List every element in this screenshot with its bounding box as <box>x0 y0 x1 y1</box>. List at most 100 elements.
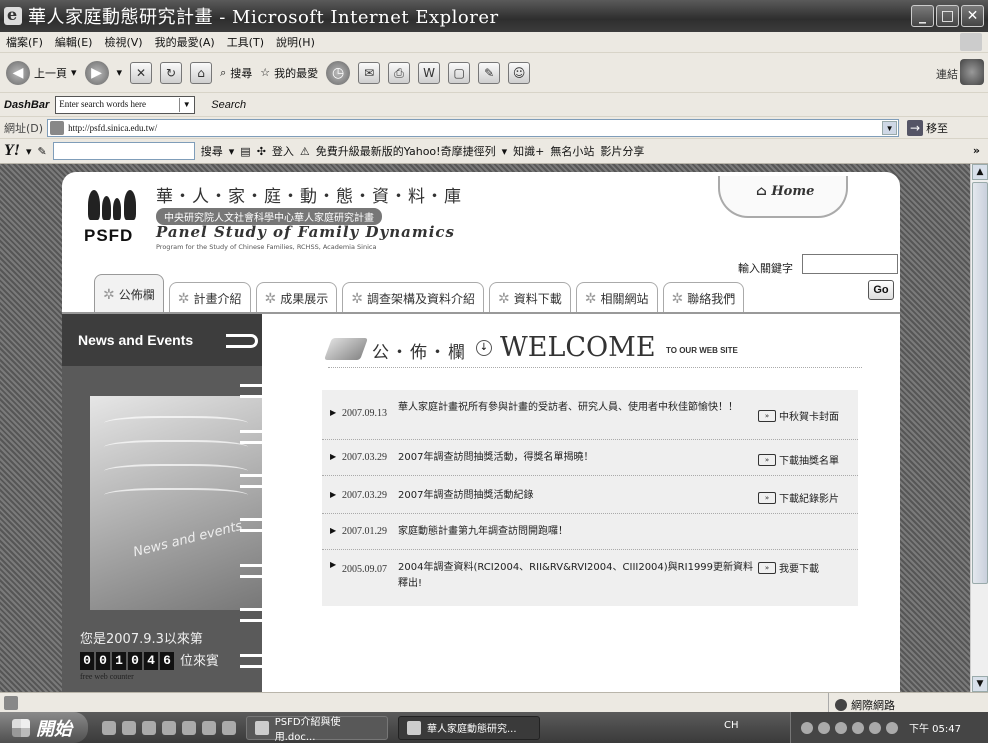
pencil-icon[interactable]: ✎ <box>38 145 47 158</box>
stop-icon[interactable]: ✕ <box>130 61 153 84</box>
vertical-scrollbar[interactable]: ▲ ▼ <box>970 164 988 692</box>
maximize-button[interactable]: □ <box>936 5 959 27</box>
counter-digit: 4 <box>144 652 158 670</box>
search-button[interactable]: ⌕ 搜尋 <box>220 65 252 81</box>
home-icon[interactable]: ⌂ <box>190 61 213 84</box>
word-icon[interactable]: W <box>418 61 441 84</box>
tab-results[interactable]: ✲ 成果展示 <box>255 282 338 314</box>
favorites-button[interactable]: ☆ 我的最愛 <box>260 65 318 81</box>
address-input[interactable]: http://psfd.sinica.edu.tw/ ▼ <box>47 118 900 137</box>
print-icon[interactable]: ⎙ <box>388 61 411 84</box>
window-controls: _ □ ✕ <box>911 5 984 27</box>
star-icon: ✲ <box>584 290 597 307</box>
menu-help[interactable]: 說明(H) <box>276 34 315 50</box>
chevron-down-icon[interactable]: ▾ <box>26 145 32 158</box>
chevron-down-icon[interactable]: ▾ <box>229 145 235 158</box>
keyword-input[interactable] <box>802 254 898 274</box>
menu-file[interactable]: 檔案(F) <box>6 34 43 50</box>
app-icon[interactable] <box>222 720 236 735</box>
tab-bulletin[interactable]: ✲ 公佈欄 <box>94 274 164 314</box>
clock[interactable]: 下午 05:47 <box>909 720 961 735</box>
tab-download[interactable]: ✲ 資料下載 <box>489 282 571 314</box>
menu-tools[interactable]: 工具(T) <box>227 34 264 50</box>
tab-contact[interactable]: ✲ 聯絡我們 <box>662 282 745 314</box>
minimize-button[interactable]: _ <box>911 5 934 27</box>
links-label[interactable]: 連結 <box>936 66 958 82</box>
start-button[interactable]: 開始 <box>0 712 88 743</box>
news-text[interactable]: 家庭動態計畫第九年調查訪問開跑囉！ <box>398 524 568 540</box>
title-bar[interactable]: 華人家庭動態研究計畫 - Microsoft Internet Explorer… <box>0 0 988 32</box>
layout-icon[interactable]: ▤ <box>240 145 250 158</box>
family-figure-icon <box>102 196 111 220</box>
yahoo-search-input[interactable] <box>52 142 195 160</box>
chevron-down-icon[interactable]: ▾ <box>71 66 77 79</box>
tab-related[interactable]: ✲ 相關網站 <box>575 282 658 314</box>
tray-icon[interactable] <box>835 721 847 734</box>
yahoo-logo[interactable]: Y! <box>4 142 20 160</box>
tray-icon[interactable] <box>801 721 813 734</box>
tray-icon[interactable] <box>886 721 898 734</box>
news-action[interactable]: » 下載抽獎名單 <box>758 452 839 467</box>
dashbar-search-button[interactable]: Search <box>211 99 246 111</box>
dashbar-search-input[interactable]: Enter search words here ▼ <box>55 95 196 114</box>
scroll-thumb[interactable] <box>972 182 988 584</box>
dashbar-label[interactable]: DashBar <box>4 99 49 111</box>
counter-link[interactable]: free web counter <box>80 672 134 681</box>
news-action[interactable]: » 下載紀錄影片 <box>758 490 839 505</box>
chevron-down-icon[interactable]: ▾ <box>117 66 123 79</box>
desktop-icon[interactable] <box>162 720 176 735</box>
media-icon[interactable] <box>122 720 136 735</box>
home-link[interactable]: ⌂ Home <box>718 176 848 218</box>
menu-view[interactable]: 檢視(V) <box>104 34 142 50</box>
app-icon[interactable] <box>202 720 216 735</box>
yahoo-video[interactable]: 影片分享 <box>600 143 644 159</box>
ring-icon <box>240 654 270 668</box>
more-button[interactable]: » <box>973 144 980 157</box>
tab-project[interactable]: ✲ 計畫介紹 <box>168 282 251 314</box>
browser-icon[interactable] <box>182 720 196 735</box>
chevron-down-icon[interactable]: ▼ <box>179 97 193 112</box>
language-indicator[interactable]: CH <box>724 720 739 731</box>
scroll-up-icon[interactable]: ▲ <box>972 164 988 180</box>
yahoo-search-button[interactable]: 搜尋 <box>201 143 223 159</box>
yahoo-knowledge[interactable]: 知識+ <box>513 143 544 159</box>
task-word-doc[interactable]: PSFD介紹與使用.doc... <box>246 715 388 743</box>
keyword-go-button[interactable]: Go <box>868 280 894 300</box>
forward-button[interactable]: ▶ <box>84 60 109 85</box>
back-button[interactable]: ◀ 上一頁 ▾ <box>6 60 77 85</box>
news-list: ▶ 2007.09.13 華人家庭計畫祝所有參與計畫的受訪者、研究人員、使用者中… <box>322 390 858 606</box>
menu-favorites[interactable]: 我的最愛(A) <box>155 34 215 50</box>
messenger-icon[interactable]: ☺ <box>508 61 531 84</box>
close-button[interactable]: ✕ <box>961 5 984 27</box>
refresh-icon[interactable]: ↻ <box>160 61 183 84</box>
news-text[interactable]: 2007年調查訪問抽獎活動紀錄 <box>398 488 533 504</box>
yahoo-login[interactable]: 登入 <box>272 143 294 159</box>
chevron-down-icon[interactable]: ▼ <box>882 120 898 135</box>
discuss-icon[interactable]: ▢ <box>448 61 471 84</box>
psfd-logo[interactable]: PSFD <box>84 182 144 245</box>
folder-icon[interactable] <box>142 720 156 735</box>
tray-icon[interactable] <box>869 721 881 734</box>
news-action[interactable]: » 我要下載 <box>758 560 819 575</box>
yahoo-promo[interactable]: 免費升級最新版的Yahoo!奇摩捷徑列 <box>316 143 496 159</box>
research-icon[interactable]: ✎ <box>478 61 501 84</box>
tray-icon[interactable] <box>818 721 830 734</box>
news-text[interactable]: 2004年調查資料(RCI2004、RII&RV&RVI2004、CIII200… <box>398 560 754 592</box>
yahoo-mini[interactable]: 無名小站 <box>550 143 594 159</box>
tray-icon[interactable] <box>852 721 864 734</box>
go-button[interactable]: → 移至 <box>907 119 948 136</box>
counter-digit: 6 <box>160 652 174 670</box>
scroll-down-icon[interactable]: ▼ <box>972 676 988 692</box>
mail-icon[interactable]: ✉ <box>358 61 381 84</box>
tab-survey[interactable]: ✲ 調查架構及資料介紹 <box>342 282 484 314</box>
chevron-down-icon[interactable]: ▾ <box>502 145 508 158</box>
compass-icon[interactable]: ✣ <box>257 145 266 158</box>
ie-icon[interactable] <box>102 720 116 735</box>
menu-edit[interactable]: 編輯(E) <box>55 34 93 50</box>
news-action[interactable]: » 中秋賀卡封面 <box>758 408 839 423</box>
task-ie-window[interactable]: 華人家庭動態研究... <box>398 715 540 740</box>
history-icon[interactable]: ◷ <box>326 60 351 85</box>
news-text[interactable]: 華人家庭計畫祝所有參與計畫的受訪者、研究人員、使用者中秋佳節愉快！！ <box>398 400 748 416</box>
news-text[interactable]: 2007年調查訪問抽獎活動，得獎名單揭曉！ <box>398 450 593 466</box>
welcome-en: WELCOME <box>500 332 656 363</box>
